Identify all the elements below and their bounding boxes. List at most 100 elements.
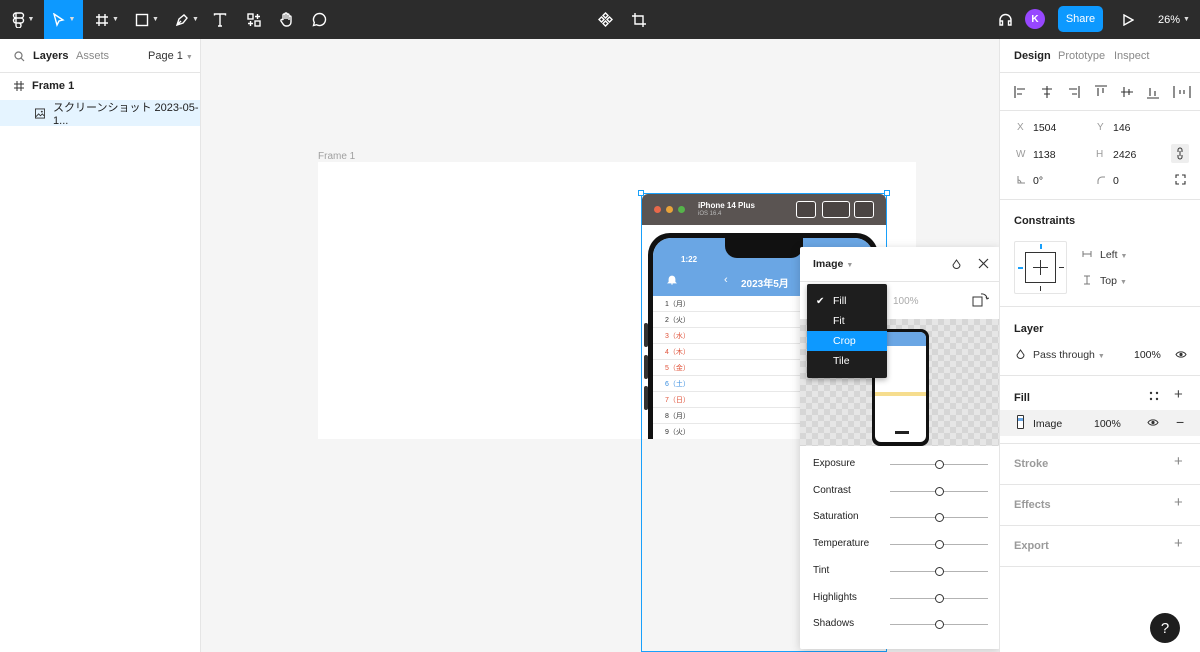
create-component-button[interactable] <box>595 0 615 39</box>
chevron-down-icon: ▼ <box>1097 353 1105 360</box>
adjustment-row: Tint <box>800 558 1000 584</box>
y-input[interactable]: 146 <box>1113 122 1131 134</box>
align-right-icon <box>1069 86 1080 98</box>
component-icon <box>597 12 613 27</box>
blend-mode-select[interactable]: Pass through ▼ <box>1033 349 1105 361</box>
drop-icon <box>1016 349 1025 359</box>
add-export-icon[interactable]: + <box>1174 535 1183 552</box>
tab-prototype[interactable]: Prototype <box>1058 50 1105 62</box>
figma-logo-icon <box>12 11 24 28</box>
page-selector[interactable]: Page 1 ▼ <box>148 50 193 62</box>
tab-layers[interactable]: Layers <box>33 50 68 62</box>
audio-button[interactable] <box>995 0 1015 39</box>
chevron-down-icon: ▼ <box>112 16 119 23</box>
adjustment-slider-knob[interactable] <box>935 460 944 469</box>
rotate-image-icon[interactable] <box>972 292 989 308</box>
adjustment-slider-knob[interactable] <box>935 540 944 550</box>
distribute-icon <box>1173 86 1191 98</box>
shape-tool-button[interactable]: ▼ <box>132 0 162 39</box>
image-mode-select[interactable]: Image ▼ <box>813 258 853 270</box>
x-input[interactable]: 1504 <box>1033 122 1056 134</box>
frame-icon <box>14 81 24 91</box>
add-stroke-icon[interactable]: + <box>1174 453 1183 470</box>
frame-label[interactable]: Frame 1 <box>318 151 355 162</box>
fill-image-swatch[interactable] <box>1017 415 1024 429</box>
pen-tool-button[interactable]: ▼ <box>172 0 202 39</box>
hand-tool-button[interactable] <box>276 0 296 39</box>
present-button[interactable] <box>1118 0 1138 39</box>
zoom-level: 26% <box>1158 13 1181 26</box>
fill-opacity-input[interactable]: 100% <box>1094 418 1121 430</box>
tab-assets[interactable]: Assets <box>76 50 109 62</box>
align-center-v-icon <box>1121 87 1133 97</box>
eye-icon[interactable] <box>1147 418 1159 427</box>
horizontal-constraint-select[interactable]: Left ▼ <box>1100 249 1127 261</box>
search-icon[interactable] <box>14 51 25 62</box>
adjustment-label: Tint <box>813 564 830 576</box>
main-menu-button[interactable]: ▼ <box>8 0 38 39</box>
crop-icon <box>632 12 646 27</box>
width-input[interactable]: 1138 <box>1033 149 1056 161</box>
independent-corners-icon[interactable] <box>1175 174 1186 185</box>
layer-row-image[interactable]: スクリーンショット 2023-05-1... <box>0 100 200 127</box>
tab-inspect[interactable]: Inspect <box>1114 50 1149 62</box>
image-icon <box>35 107 46 119</box>
remove-fill-icon[interactable]: − <box>1176 414 1184 430</box>
share-button[interactable]: Share <box>1058 6 1103 32</box>
checkmark-icon: ✔ <box>816 295 825 307</box>
chevron-down-icon: ▼ <box>1183 16 1190 23</box>
layer-section: Layer Pass through ▼ 100% <box>1000 307 1200 376</box>
text-tool-button[interactable] <box>210 0 230 39</box>
frame-tool-button[interactable]: ▼ <box>92 0 122 39</box>
adjustment-slider-knob[interactable] <box>935 486 944 496</box>
stroke-section: Stroke + <box>1000 444 1200 485</box>
fill-row[interactable]: Image 100% − <box>1000 410 1200 436</box>
layer-opacity-input[interactable]: 100% <box>1134 349 1161 361</box>
constraint-bottom <box>1040 286 1041 291</box>
adjustment-label: Shadows <box>813 618 855 630</box>
avatar[interactable]: K <box>1025 9 1045 29</box>
alignment-bar <box>1000 73 1200 111</box>
resize-handle[interactable] <box>638 190 644 196</box>
vertical-constraint-select[interactable]: Top ▼ <box>1100 275 1127 287</box>
comment-tool-button[interactable] <box>309 0 329 39</box>
menu-item-tile[interactable]: Tile <box>807 351 887 371</box>
close-icon[interactable] <box>978 258 989 269</box>
constraint-widget[interactable] <box>1014 241 1067 294</box>
adjustment-slider-knob[interactable] <box>935 620 944 630</box>
menu-item-fit[interactable]: Fit <box>807 311 887 331</box>
adjustment-slider-knob[interactable] <box>935 513 944 523</box>
adjustment-label: Contrast <box>813 484 851 496</box>
headphones-icon <box>998 13 1012 26</box>
components-grid-icon <box>247 12 261 27</box>
height-input[interactable]: 2426 <box>1113 149 1136 161</box>
eye-icon[interactable] <box>1175 350 1187 359</box>
layer-name: Frame 1 <box>32 80 75 92</box>
move-tool-button[interactable]: ▼ <box>44 0 83 39</box>
adjustment-label: Exposure <box>813 458 856 469</box>
y-label: Y <box>1097 122 1104 133</box>
adjustment-label: Highlights <box>813 591 857 603</box>
adjustment-slider-knob[interactable] <box>935 593 944 603</box>
zoom-menu[interactable]: 26% ▼ <box>1158 0 1190 39</box>
drop-icon[interactable] <box>952 259 961 270</box>
resize-handle[interactable] <box>884 190 890 196</box>
tab-design[interactable]: Design <box>1014 50 1051 62</box>
image-opacity[interactable]: 100% <box>893 296 919 307</box>
resources-button[interactable] <box>244 0 264 39</box>
crop-button[interactable] <box>629 0 649 39</box>
corner-radius-input[interactable]: 0 <box>1113 175 1119 187</box>
constraint-left-active <box>1018 267 1023 269</box>
menu-item-crop[interactable]: Crop <box>807 331 887 351</box>
add-effect-icon[interactable]: + <box>1174 494 1183 511</box>
help-button[interactable]: ? <box>1150 613 1180 643</box>
layer-row-frame[interactable]: Frame 1 <box>0 73 200 99</box>
rectangle-icon <box>135 13 149 26</box>
rotation-input[interactable]: 0° <box>1033 175 1043 187</box>
style-grid-icon[interactable] <box>1149 391 1159 401</box>
add-fill-icon[interactable]: + <box>1174 386 1183 403</box>
constrain-proportions-button[interactable] <box>1171 144 1189 163</box>
constraint-top-active <box>1040 244 1042 249</box>
menu-item-fill[interactable]: ✔ Fill <box>807 291 887 311</box>
adjustment-slider-knob[interactable] <box>935 566 944 576</box>
